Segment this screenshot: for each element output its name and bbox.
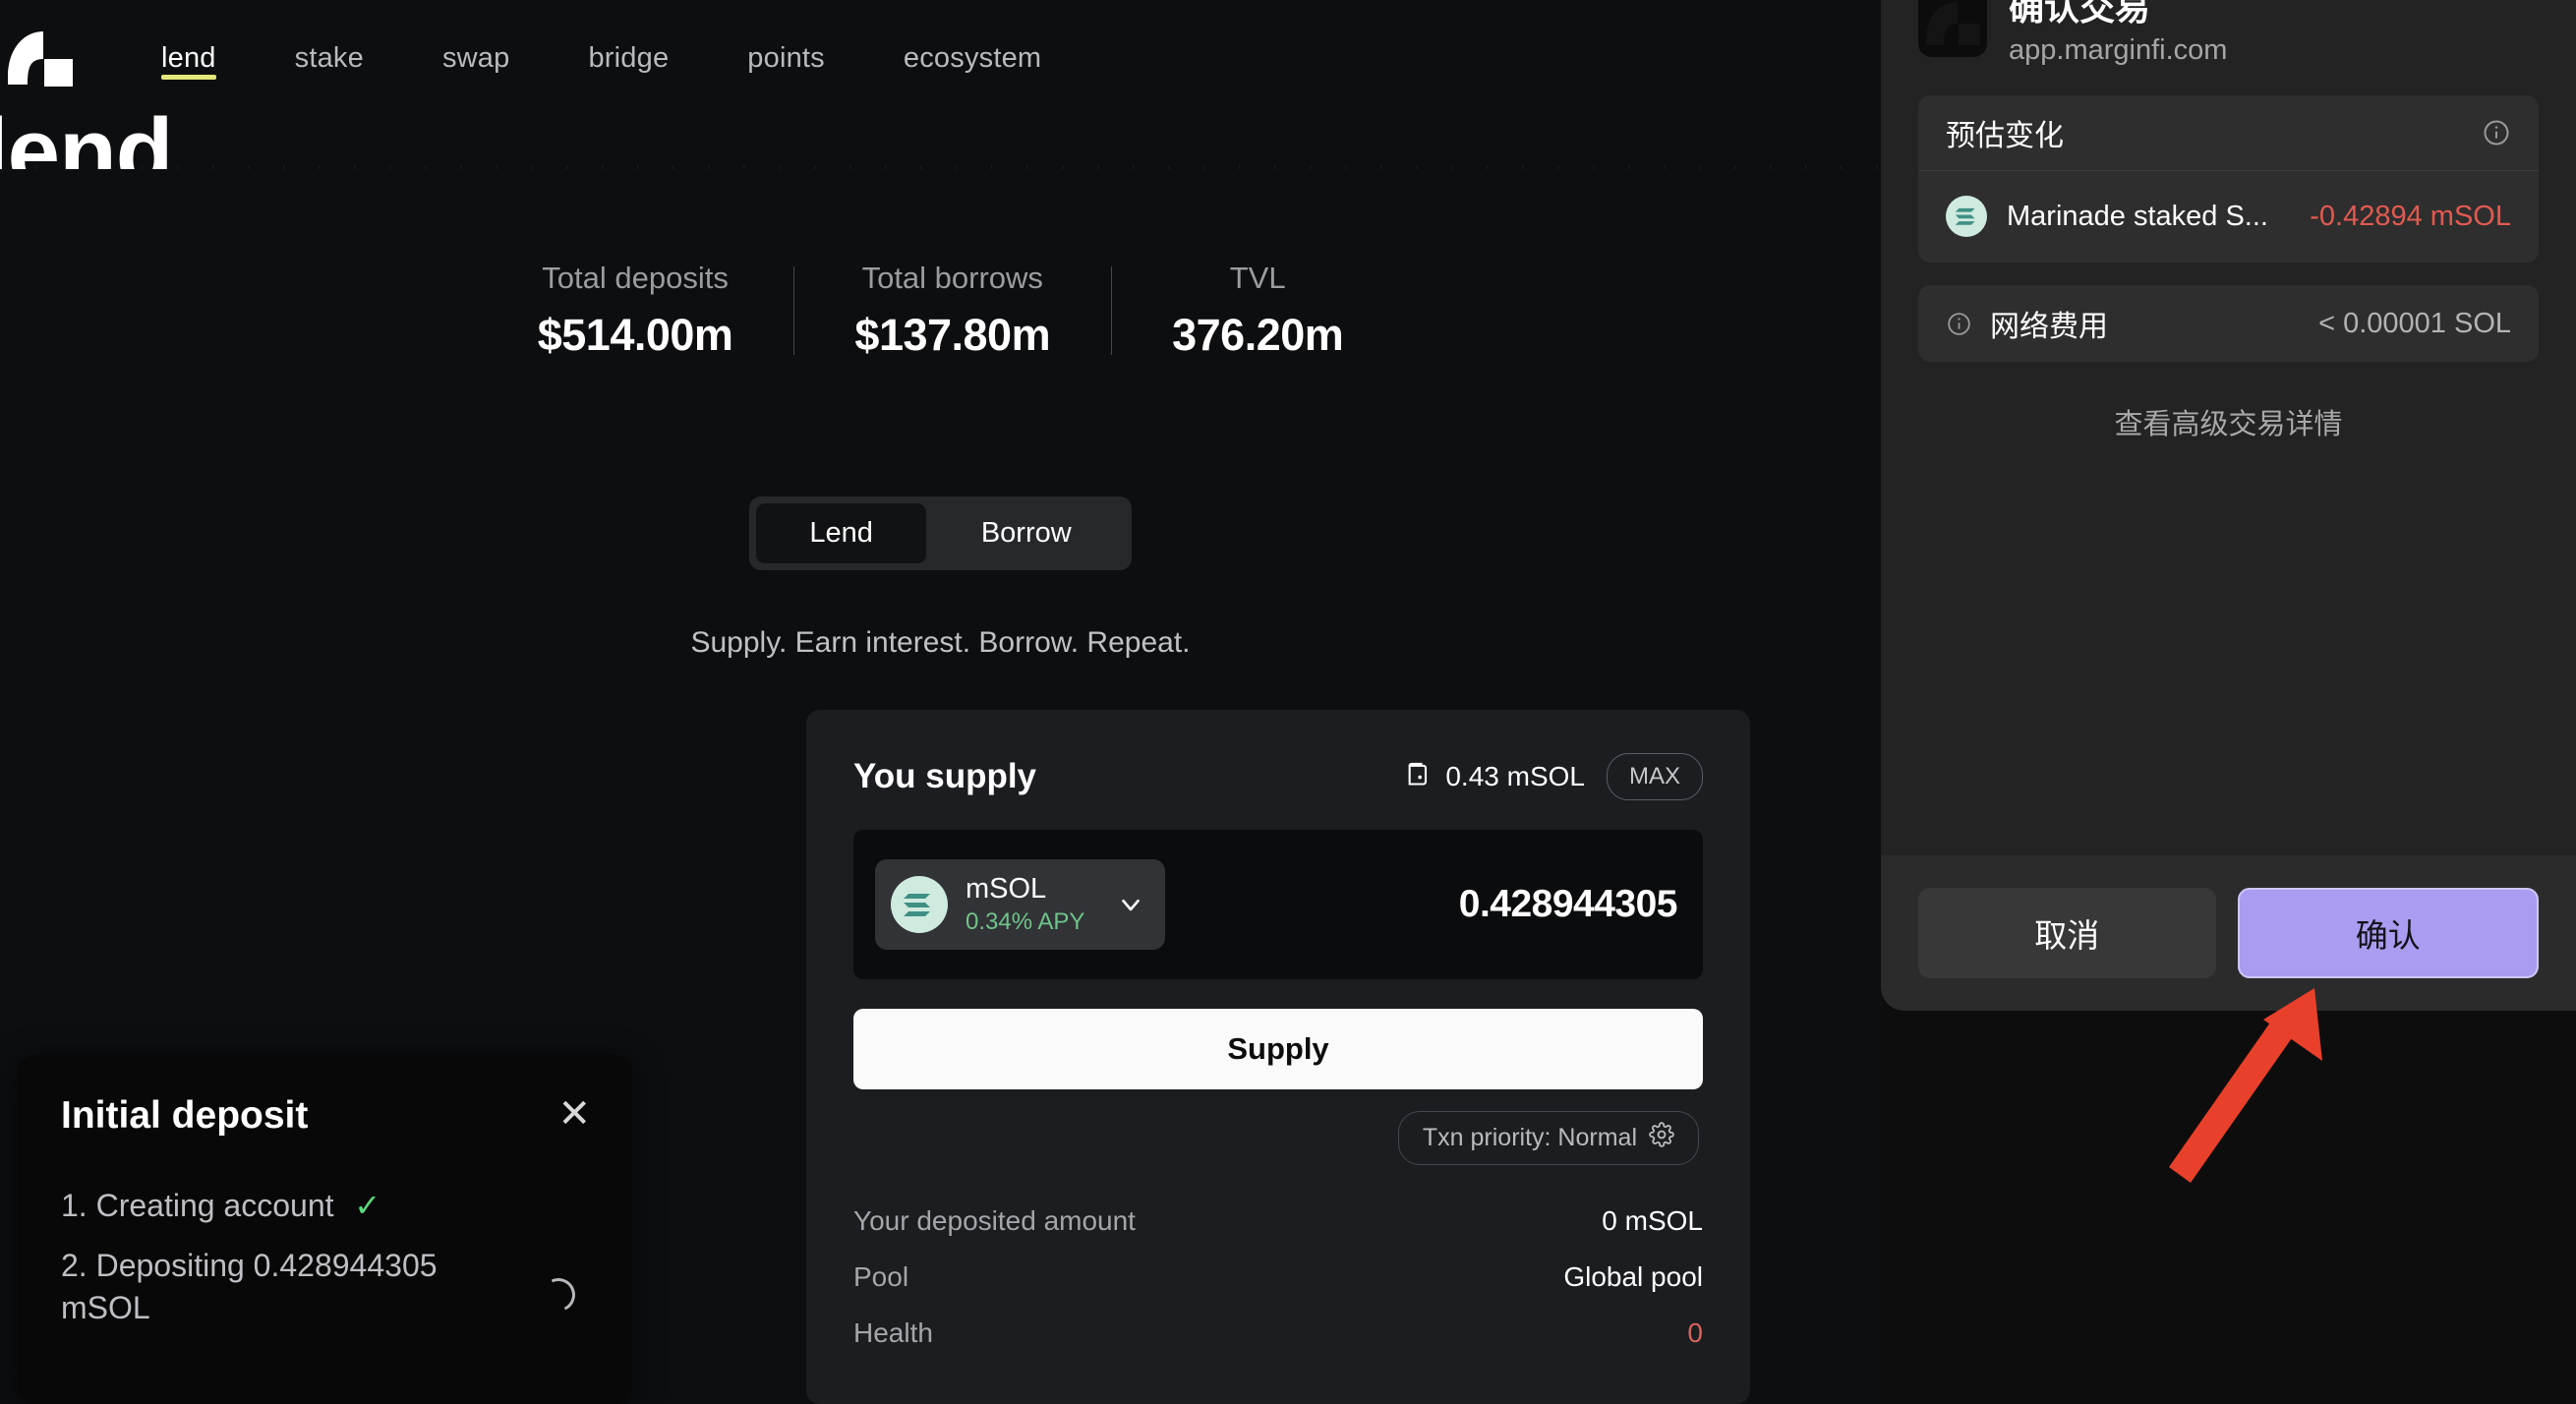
supply-details-list: Your deposited amount 0 mSOL Pool Global… — [853, 1193, 1703, 1361]
panel-header-text: 确认交易 app.marginfi.com — [2009, 0, 2227, 67]
token-symbol: mSOL — [966, 873, 1047, 905]
amount-input-row: mSOL 0.34% APY — [853, 830, 1703, 979]
toggle-group: Lend Borrow — [749, 497, 1132, 570]
info-icon[interactable] — [1946, 311, 1972, 337]
detail-key: Pool — [853, 1260, 909, 1292]
stat-value: $137.80m — [854, 310, 1051, 360]
detail-row-deposited-amount: Your deposited amount 0 mSOL — [853, 1193, 1703, 1249]
toast-step-creating-account: 1. Creating account ✓ — [61, 1185, 589, 1227]
info-icon[interactable] — [2482, 118, 2511, 147]
stat-value: $514.00m — [537, 310, 733, 360]
txn-priority-label: Txn priority: Normal — [1422, 1124, 1637, 1151]
network-fee-row: 网络费用 < 0.00001 SOL — [1918, 285, 2539, 362]
msol-token-icon — [891, 876, 948, 933]
advanced-details-link[interactable]: 查看高级交易详情 — [1881, 401, 2576, 442]
stat-total-deposits: Total deposits $514.00m — [477, 261, 794, 361]
detail-row-pool: Pool Global pool — [853, 1249, 1703, 1305]
supply-card-header-right: 0.43 mSOL MAX — [1405, 753, 1703, 800]
spinner-icon — [537, 1273, 580, 1316]
lend-borrow-toggle: Lend Borrow — [0, 497, 1881, 570]
stat-value: 376.20m — [1172, 310, 1344, 360]
toast-title: Initial deposit — [61, 1094, 309, 1137]
txn-priority-row: Txn priority: Normal — [853, 1111, 1703, 1165]
wallet-balance: 0.43 mSOL — [1405, 760, 1585, 794]
token-meta: mSOL 0.34% APY — [966, 873, 1084, 936]
global-stats: Total deposits $514.00m Total borrows $1… — [0, 261, 1881, 361]
toast-steps: 1. Creating account ✓ 2. Depositing 0.42… — [61, 1185, 589, 1329]
page-title: lend — [0, 99, 173, 169]
network-fee-label: 网络费用 — [1990, 311, 2108, 343]
tagline: Supply. Earn interest. Borrow. Repeat. — [690, 626, 1191, 659]
token-selector[interactable]: mSOL 0.34% APY — [875, 859, 1166, 950]
stat-label: Total borrows — [861, 261, 1043, 295]
toast-step-text: 2. Depositing 0.428944305 mSOL — [61, 1247, 438, 1325]
cancel-button[interactable]: 取消 — [1918, 888, 2216, 978]
toast-step-text: 1. Creating account — [61, 1188, 334, 1223]
estimated-changes-header: 预估变化 — [1918, 95, 2539, 171]
msol-token-icon — [1946, 196, 1987, 237]
stat-label: Total deposits — [542, 261, 729, 295]
panel-footer: 取消 确认 — [1881, 855, 2576, 1011]
hero-banner: lend — [0, 59, 1881, 169]
screen: lend stake swap bridge points ecosystem … — [0, 0, 2576, 1404]
max-button[interactable]: MAX — [1606, 753, 1703, 800]
token-apy: 0.34% APY — [966, 908, 1085, 935]
estimated-changes-section: 预估变化 Marinade staked S... -0.42894 mSOL — [1918, 95, 2539, 263]
check-icon: ✓ — [354, 1188, 381, 1223]
detail-value: Global pool — [1563, 1260, 1703, 1292]
network-fee-left: 网络费用 — [1946, 302, 2108, 345]
stat-total-borrows: Total borrows $137.80m — [793, 261, 1111, 361]
network-fee-section: 网络费用 < 0.00001 SOL — [1918, 285, 2539, 362]
supply-submit-button[interactable]: Supply — [853, 1009, 1703, 1089]
wallet-balance-text: 0.43 mSOL — [1445, 761, 1585, 791]
tab-lend[interactable]: Lend — [756, 503, 926, 563]
amount-input[interactable] — [1166, 883, 1677, 926]
panel-host: app.marginfi.com — [2009, 33, 2228, 66]
initial-deposit-toast: Initial deposit ✕ 1. Creating account ✓ … — [18, 1055, 632, 1404]
supply-card: You supply 0.43 mSOL MAX mSOL 0.34% APY … — [806, 710, 1750, 1404]
wallet-icon — [1405, 760, 1433, 794]
toast-step-depositing: 2. Depositing 0.428944305 mSOL — [61, 1245, 589, 1329]
panel-header: 确认交易 app.marginfi.com — [1881, 0, 2576, 79]
gear-icon — [1649, 1122, 1674, 1154]
stat-tvl: TVL 376.20m — [1111, 261, 1404, 361]
confirm-button[interactable]: 确认 — [2237, 888, 2539, 978]
supply-card-title: You supply — [853, 757, 1037, 795]
hero-gradient-overlay — [0, 165, 1881, 169]
wallet-confirm-panel: 确认交易 app.marginfi.com 预估变化 Marinade stak… — [1881, 0, 2576, 1011]
detail-row-health: Health 0 — [853, 1305, 1703, 1361]
detail-key: Health — [853, 1316, 933, 1348]
estimated-change-row: Marinade staked S... -0.42894 mSOL — [1918, 171, 2539, 262]
chevron-down-icon[interactable] — [1116, 890, 1145, 919]
detail-value: 0 — [1687, 1316, 1703, 1348]
panel-title: 确认交易 — [2009, 0, 2151, 28]
close-icon[interactable]: ✕ — [557, 1094, 591, 1134]
txn-priority-button[interactable]: Txn priority: Normal — [1397, 1111, 1699, 1165]
estimated-change-amount: -0.42894 mSOL — [2310, 200, 2511, 232]
estimated-change-token-name: Marinade staked S... — [2007, 200, 2268, 232]
supply-card-header: You supply 0.43 mSOL MAX — [853, 751, 1703, 802]
detail-key: Your deposited amount — [853, 1204, 1136, 1236]
tab-borrow[interactable]: Borrow — [928, 503, 1125, 563]
marginfi-app: lend stake swap bridge points ecosystem … — [0, 0, 1881, 1404]
network-fee-value: < 0.00001 SOL — [2318, 307, 2511, 339]
estimated-changes-title: 预估变化 — [1946, 120, 2064, 152]
detail-value: 0 mSOL — [1602, 1204, 1703, 1236]
stat-label: TVL — [1229, 261, 1286, 295]
marginfi-site-icon — [1918, 0, 1987, 57]
